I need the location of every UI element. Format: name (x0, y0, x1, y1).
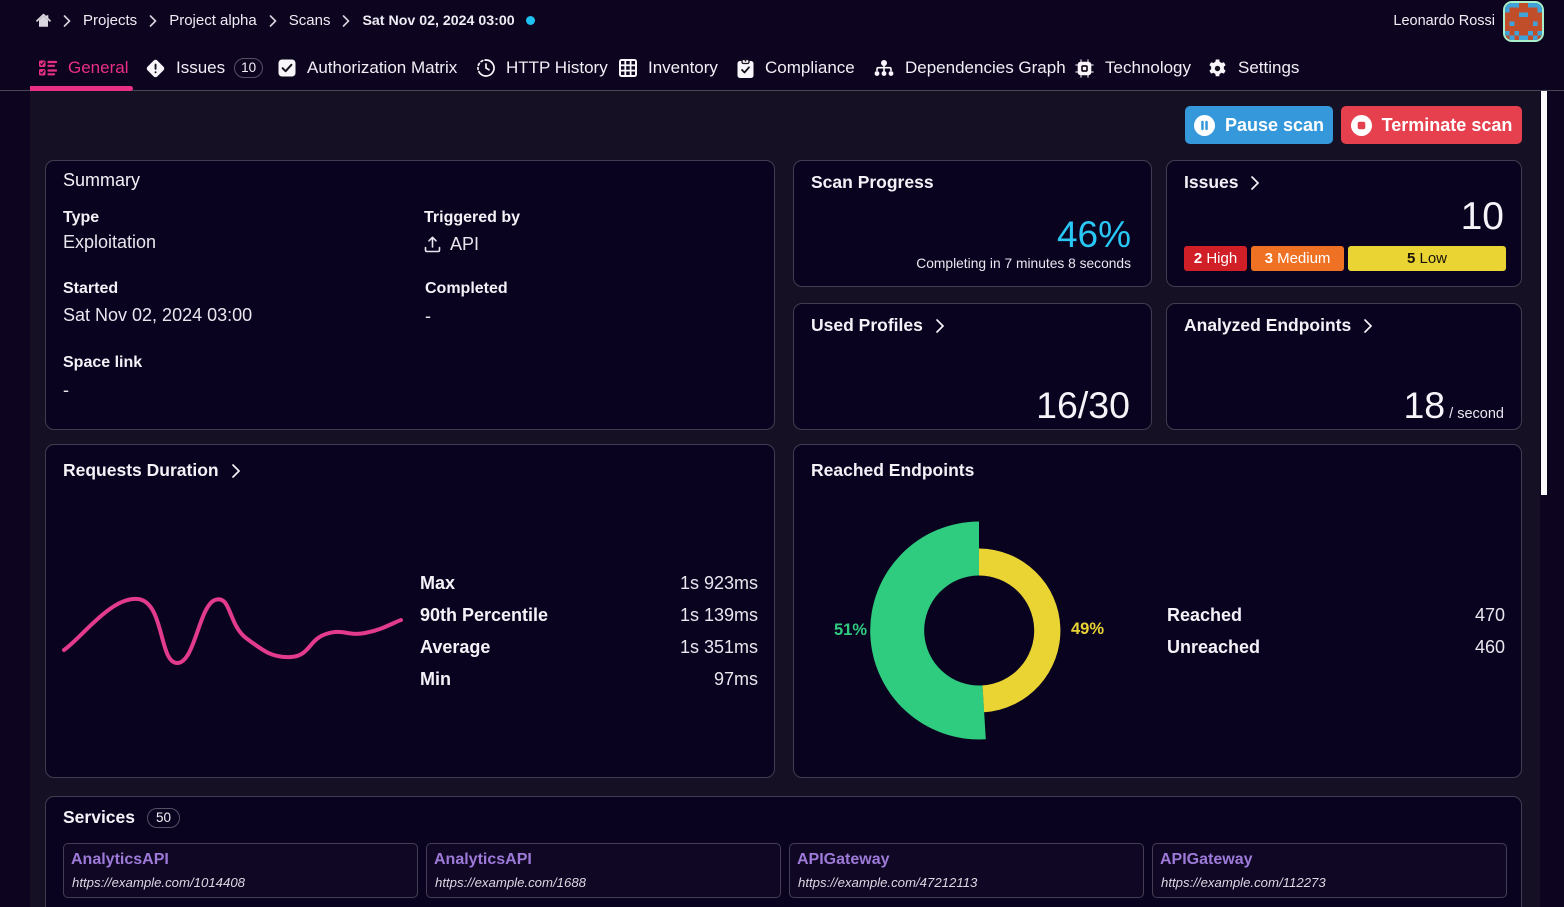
svg-text:51%: 51% (834, 621, 867, 639)
svg-text:49%: 49% (1071, 620, 1104, 638)
